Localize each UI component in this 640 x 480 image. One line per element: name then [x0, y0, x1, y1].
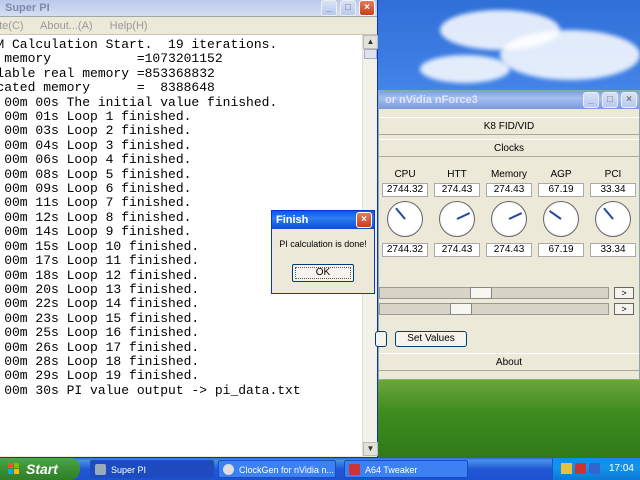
finish-message: PI calculation is done! [279, 239, 367, 249]
minimize-button[interactable]: _ [321, 0, 337, 16]
maximize-button[interactable]: □ [340, 0, 356, 16]
windows-logo-icon [8, 463, 20, 475]
memory-value: 274.43 [486, 243, 532, 257]
clock-gauges [379, 201, 639, 237]
htt-slider[interactable] [379, 287, 609, 299]
slider-increment-button[interactable]: > [614, 287, 634, 299]
finish-dialog: Finish × PI calculation is done! OK [271, 210, 375, 294]
scroll-thumb[interactable] [364, 49, 377, 59]
about-section[interactable]: About [379, 353, 639, 371]
pci-value: 33.34 [590, 183, 636, 197]
col-htt: HTT [447, 169, 467, 180]
system-tray: 17:04 [552, 458, 640, 480]
clock[interactable]: 17:04 [609, 458, 634, 480]
htt-value: 274.43 [434, 183, 480, 197]
clock-column-headers: CPU HTT Memory AGP PCI [379, 169, 639, 180]
clockgen-window: or nVidia nForce3 _ □ × K8 FID/VID Clock… [375, 90, 640, 380]
task-label: A64 Tweaker [365, 465, 418, 475]
cloud [500, 30, 640, 80]
task-clockgen[interactable]: ClockGen for nVidia n... [218, 460, 336, 478]
clock-values-top: 2744.32 274.43 274.43 67.19 33.34 [379, 183, 639, 197]
close-button[interactable]: × [621, 92, 637, 108]
close-button[interactable]: × [356, 212, 372, 228]
apply-button[interactable] [375, 331, 387, 347]
superpi-icon [95, 464, 106, 475]
agp-value: 67.19 [538, 243, 584, 257]
tray-app-icon[interactable] [561, 463, 572, 474]
tray-app-icon[interactable] [575, 463, 586, 474]
col-agp: AGP [550, 169, 572, 180]
memory-value: 274.43 [486, 183, 532, 197]
start-label: Start [26, 461, 58, 477]
start-button[interactable]: Start [0, 458, 80, 480]
cpu-value: 2744.32 [382, 183, 428, 197]
task-superpi[interactable]: Super PI [90, 460, 214, 478]
col-cpu: CPU [394, 169, 416, 180]
cpu-value: 2744.32 [382, 243, 428, 257]
menu-about[interactable]: About...(A) [40, 20, 93, 32]
set-values-button[interactable]: Set Values [395, 331, 467, 347]
k8-label: K8 FID/VID [483, 121, 535, 132]
console-output: 1M Calculation Start. 19 iterations. l m… [0, 37, 301, 398]
clock-icon [223, 464, 234, 475]
cpu-gauge-icon [387, 201, 423, 237]
close-button[interactable]: × [359, 0, 375, 16]
k8-fid-vid-section[interactable]: K8 FID/VID [379, 117, 639, 135]
task-label: ClockGen for nVidia n... [239, 465, 334, 475]
finish-titlebar[interactable]: Finish × [272, 211, 374, 229]
menu-calculate[interactable]: ate(C) [0, 20, 24, 32]
pci-value: 33.34 [590, 243, 636, 257]
superpi-title: Super PI [5, 2, 50, 14]
task-label: Super PI [111, 465, 147, 475]
taskbar: Start Super PI ClockGen for nVidia n... … [0, 458, 640, 480]
ok-button[interactable]: OK [292, 264, 354, 282]
slider-knob[interactable] [450, 303, 472, 315]
slider-increment-button[interactable]: > [614, 303, 634, 315]
htt-value: 274.43 [434, 243, 480, 257]
pci-gauge-icon [595, 201, 631, 237]
cloud [420, 55, 510, 83]
scroll-up-icon[interactable]: ▲ [363, 35, 378, 49]
superpi-menubar: ate(C) About...(A) Help(H) [0, 17, 377, 35]
agp-slider[interactable] [379, 303, 609, 315]
clockgen-titlebar[interactable]: or nVidia nForce3 _ □ × [379, 91, 639, 109]
superpi-titlebar[interactable]: Super PI _ □ × [0, 0, 377, 17]
scroll-down-icon[interactable]: ▼ [363, 442, 378, 456]
agp-gauge-icon [543, 201, 579, 237]
task-a64tweaker[interactable]: A64 Tweaker [344, 460, 468, 478]
clock-values-bottom: 2744.32 274.43 274.43 67.19 33.34 [379, 243, 639, 257]
finish-title: Finish [276, 214, 309, 226]
htt-gauge-icon [439, 201, 475, 237]
slider-knob[interactable] [470, 287, 492, 299]
tweaker-icon [349, 464, 360, 475]
minimize-button[interactable]: _ [583, 92, 599, 108]
clocks-label: Clocks [493, 143, 524, 154]
agp-value: 67.19 [538, 183, 584, 197]
col-pci: PCI [604, 169, 622, 180]
memory-gauge-icon [491, 201, 527, 237]
menu-help[interactable]: Help(H) [110, 20, 148, 32]
col-memory: Memory [490, 169, 528, 180]
about-label: About [495, 357, 523, 368]
clocks-section[interactable]: Clocks [379, 139, 639, 157]
maximize-button[interactable]: □ [602, 92, 618, 108]
tray-app-icon[interactable] [589, 463, 600, 474]
clockgen-title: or nVidia nForce3 [385, 94, 478, 106]
